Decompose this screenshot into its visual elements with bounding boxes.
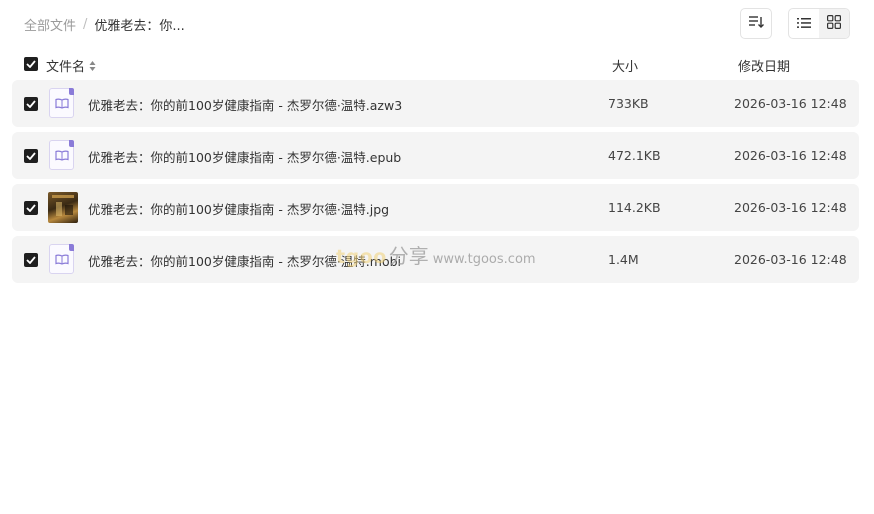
breadcrumb-root-link[interactable]: 全部文件 xyxy=(24,15,76,34)
table-row[interactable]: 优雅老去：你的前100岁健康指南 - 杰罗尔德·温特.epub 472.1KB … xyxy=(12,132,859,179)
table-row[interactable]: 优雅老去：你的前100岁健康指南 - 杰罗尔德·温特.jpg 114.2KB 2… xyxy=(12,184,859,231)
view-mode-toggle xyxy=(788,8,850,39)
ebook-file-icon xyxy=(48,140,78,171)
file-modified-date: 2026-03-16 12:48 xyxy=(734,148,847,163)
sort-icon xyxy=(748,14,764,33)
column-header-size[interactable]: 大小 xyxy=(612,56,638,75)
breadcrumb-current-folder: 优雅老去：你... xyxy=(94,18,185,34)
list-view-button[interactable] xyxy=(789,9,819,38)
column-header-name-label: 文件名 xyxy=(46,60,86,75)
breadcrumb-separator: / xyxy=(83,16,88,32)
file-size: 1.4M xyxy=(608,252,639,267)
column-header-name[interactable]: 文件名 xyxy=(46,56,96,75)
ebook-file-icon xyxy=(48,244,78,275)
select-all-checkbox[interactable] xyxy=(24,57,38,71)
breadcrumb: 全部文件 / 优雅老去：你... xyxy=(24,14,185,34)
table-row[interactable]: 优雅老去：你的前100岁健康指南 - 杰罗尔德·温特.azw3 733KB 20… xyxy=(12,80,859,127)
ebook-file-icon xyxy=(48,88,78,119)
file-size: 472.1KB xyxy=(608,148,661,163)
grid-view-icon xyxy=(827,14,841,33)
list-view-icon xyxy=(797,14,811,33)
sort-arrows-icon[interactable] xyxy=(89,60,96,72)
file-name[interactable]: 优雅老去：你的前100岁健康指南 - 杰罗尔德·温特.mobi xyxy=(88,251,401,270)
grid-view-button[interactable] xyxy=(819,9,849,38)
file-modified-date: 2026-03-16 12:48 xyxy=(734,96,847,111)
file-name[interactable]: 优雅老去：你的前100岁健康指南 - 杰罗尔德·温特.epub xyxy=(88,147,401,166)
row-checkbox[interactable] xyxy=(24,201,38,215)
row-checkbox[interactable] xyxy=(24,149,38,163)
row-checkbox[interactable] xyxy=(24,97,38,111)
file-modified-date: 2026-03-16 12:48 xyxy=(734,252,847,267)
row-checkbox[interactable] xyxy=(24,253,38,267)
file-size: 733KB xyxy=(608,96,649,111)
table-row[interactable]: 优雅老去：你的前100岁健康指南 - 杰罗尔德·温特.mobi 1.4M 202… xyxy=(12,236,859,283)
image-thumbnail xyxy=(48,192,78,223)
file-browser: 全部文件 / 优雅老去：你... 文件名 大小 修改日期 优雅老去：你的前100… xyxy=(0,0,874,514)
table-header: 文件名 大小 修改日期 xyxy=(0,52,874,76)
file-name[interactable]: 优雅老去：你的前100岁健康指南 - 杰罗尔德·温特.jpg xyxy=(88,199,389,218)
sort-button[interactable] xyxy=(740,8,772,39)
column-header-date[interactable]: 修改日期 xyxy=(738,56,790,75)
file-name[interactable]: 优雅老去：你的前100岁健康指南 - 杰罗尔德·温特.azw3 xyxy=(88,95,402,114)
file-size: 114.2KB xyxy=(608,200,661,215)
file-modified-date: 2026-03-16 12:48 xyxy=(734,200,847,215)
